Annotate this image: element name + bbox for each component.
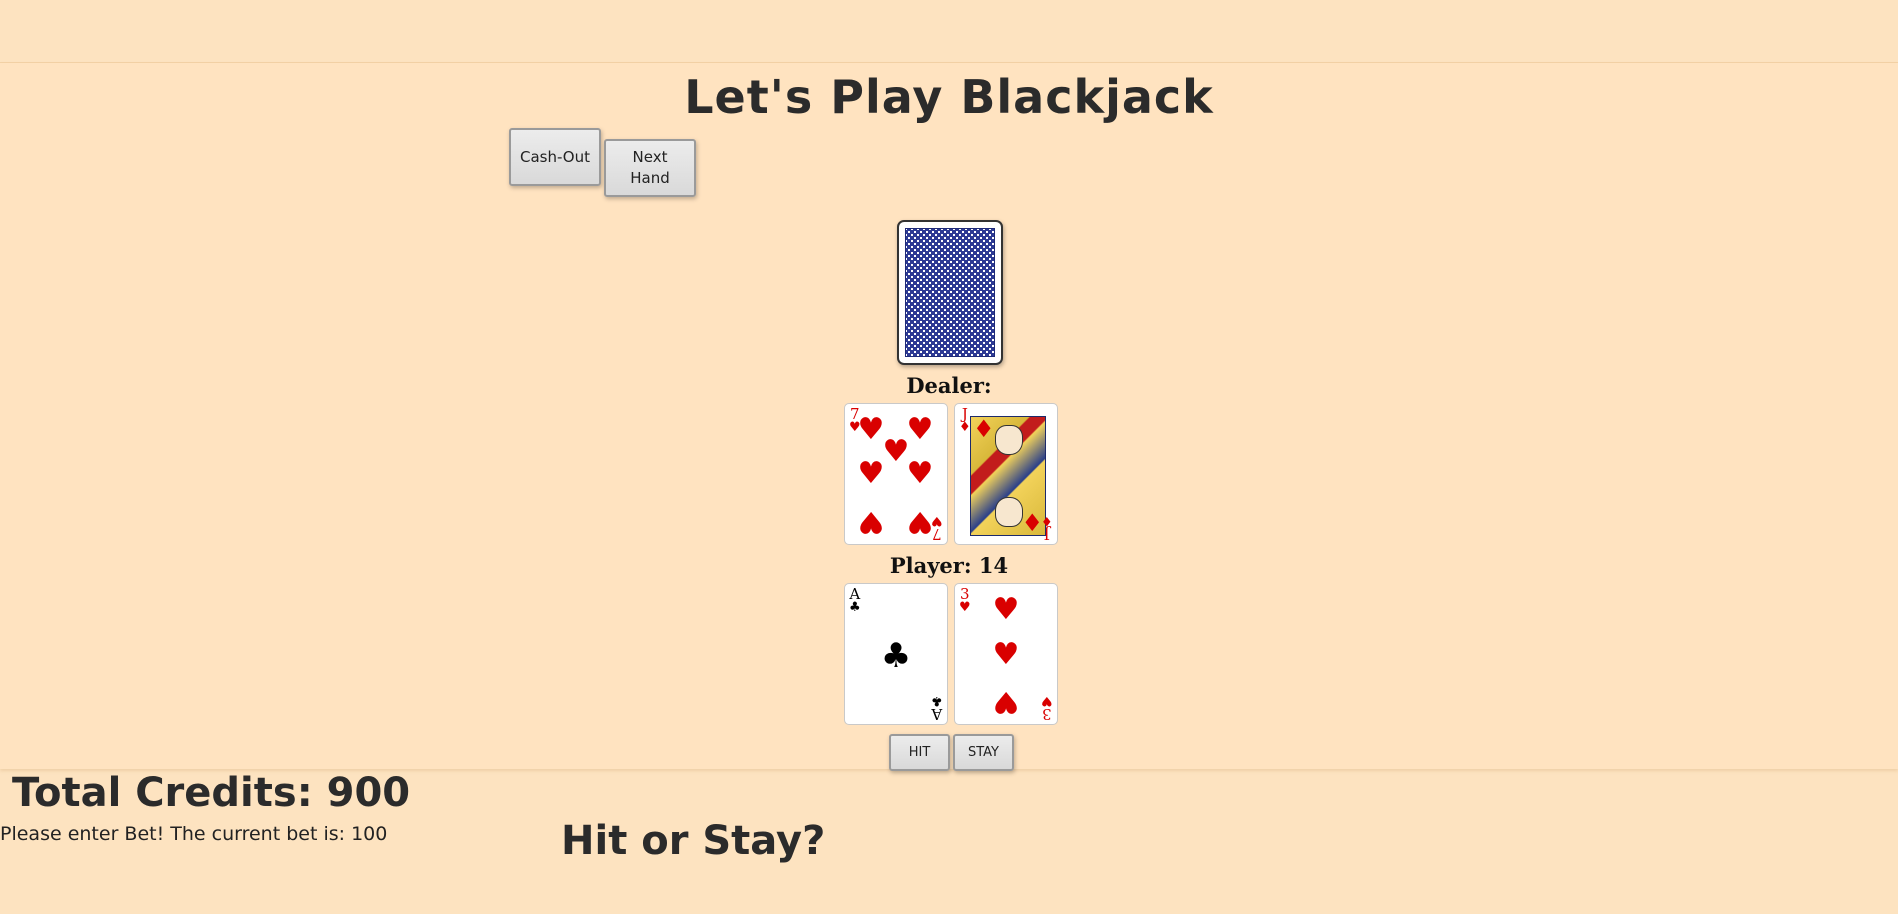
game-table xyxy=(0,63,1898,769)
stay-button[interactable]: STAY xyxy=(953,734,1014,771)
hit-label: HIT xyxy=(908,745,931,760)
stay-label: STAY xyxy=(967,745,999,760)
card-rank-corner-bottom: 3 ♥ xyxy=(1041,693,1053,723)
jack-head-top xyxy=(995,425,1023,455)
card-rank-corner: A ♣ xyxy=(849,585,861,615)
card-rank-corner: 3 ♥ xyxy=(959,585,971,615)
heart-pip: ♥ xyxy=(882,434,910,469)
dealer-card-1: 7 ♥ ♥ ♥ ♥ ♥ ♥ ♥ ♥ 7 ♥ xyxy=(844,403,948,545)
hit-button[interactable]: HIT xyxy=(889,734,950,771)
next-hand-label-line2: Hand xyxy=(630,169,670,187)
top-band xyxy=(0,0,1898,63)
heart-pip: ♥ xyxy=(906,504,934,539)
jack-face-illustration: ♦ ♦ xyxy=(970,415,1046,537)
heart-pip: ♥ xyxy=(992,592,1020,627)
heart-pip: ♥ xyxy=(857,504,885,539)
heart-pip: ♥ xyxy=(992,637,1020,672)
card-rank-corner-bottom: 7 ♥ xyxy=(931,513,943,543)
heart-pip: ♥ xyxy=(857,412,885,447)
heart-pip: ♥ xyxy=(906,456,934,491)
dealer-card-2: J ♦ ♦ ♦ J ♦ xyxy=(954,403,1058,545)
dealer-label: Dealer: xyxy=(906,373,992,398)
player-card-1: A ♣ ♣ A ♣ xyxy=(844,583,948,725)
hit-or-stay-prompt: Hit or Stay? xyxy=(561,818,826,864)
cash-out-button[interactable]: Cash-Out xyxy=(509,128,601,186)
card-rank-corner: J ♦ xyxy=(959,405,971,435)
cash-out-label: Cash-Out xyxy=(519,148,590,166)
card-rank-corner-bottom: A ♣ xyxy=(931,693,943,723)
diamond-icon: ♦ xyxy=(1021,509,1043,537)
deck-card-back xyxy=(897,220,1003,365)
card-rank-corner-bottom: J ♦ xyxy=(1041,513,1053,543)
next-hand-button[interactable]: Next Hand xyxy=(604,139,696,197)
player-card-2: 3 ♥ ♥ ♥ ♥ 3 ♥ xyxy=(954,583,1058,725)
next-hand-label-line1: Next xyxy=(632,148,668,166)
total-credits: Total Credits: 900 xyxy=(12,770,411,816)
jack-head-bottom xyxy=(995,497,1023,527)
page-title: Let's Play Blackjack xyxy=(684,70,1214,124)
card-back-pattern xyxy=(905,228,995,357)
heart-pip: ♥ xyxy=(906,412,934,447)
heart-pip: ♥ xyxy=(992,684,1020,719)
club-pip: ♣ xyxy=(880,636,912,676)
bet-message: Please enter Bet! The current bet is: 10… xyxy=(0,823,388,845)
player-label: Player: 14 xyxy=(889,553,1009,578)
diamond-icon: ♦ xyxy=(973,415,995,443)
heart-pip: ♥ xyxy=(857,456,885,491)
